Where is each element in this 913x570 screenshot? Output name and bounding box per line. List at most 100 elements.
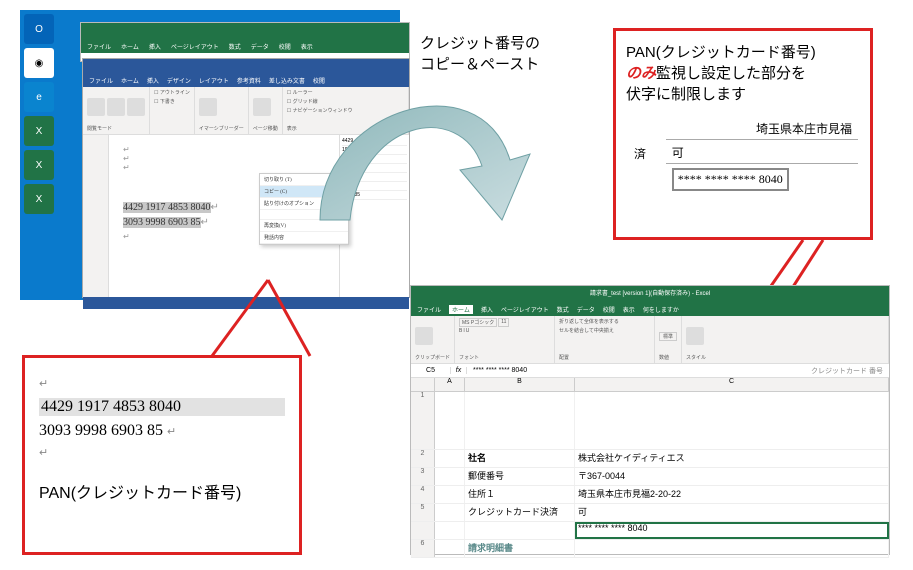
- wt-tab[interactable]: 参考資料: [237, 76, 261, 85]
- xr-rg-clipboard: クリップボード: [411, 316, 455, 363]
- xr-tab[interactable]: 表示: [623, 305, 635, 314]
- xr-tab[interactable]: 数式: [557, 305, 569, 314]
- cell-cc-label[interactable]: クレジットカード決済: [465, 504, 575, 521]
- exb-tab[interactable]: 表示: [301, 42, 313, 51]
- web-layout-icon[interactable]: [127, 98, 145, 116]
- wt-tab[interactable]: 校閲: [313, 76, 325, 85]
- wt-tab[interactable]: デザイン: [167, 76, 191, 85]
- wt-tab[interactable]: ファイル: [89, 76, 113, 85]
- italic-icon[interactable]: I: [463, 328, 464, 334]
- cm-copy[interactable]: コピー (C): [260, 186, 348, 198]
- excel-icon-3[interactable]: X: [24, 184, 54, 214]
- edge-icon[interactable]: e: [24, 82, 54, 112]
- cr-line3: 伏字に制限します: [626, 83, 860, 104]
- wrap-check[interactable]: 折り返して全体を表示する: [559, 318, 619, 325]
- xr-rg-align: 折り返して全体を表示する セルを結合して中央揃え 配置: [555, 316, 655, 363]
- context-menu: 切り取り (T) コピー (C) 貼り付けのオプション 再変換(V) 発話内容: [259, 173, 349, 245]
- xr-rg-style: スタイル: [682, 316, 889, 363]
- cr-left: 済: [628, 142, 664, 164]
- wt-tab[interactable]: ホーム: [121, 76, 139, 85]
- xr-tab[interactable]: 校閲: [603, 305, 615, 314]
- xr-tab[interactable]: ファイル: [417, 305, 441, 314]
- rg-label: フォント: [459, 354, 550, 361]
- xr-tab[interactable]: ページレイアウト: [501, 305, 549, 314]
- merge-check[interactable]: セルを結合して中央揃え: [559, 327, 614, 334]
- cell-addr-label[interactable]: 住所１: [465, 486, 575, 503]
- cell-cc-ok[interactable]: 可: [575, 504, 889, 521]
- bold-icon[interactable]: B: [459, 328, 462, 334]
- wt-tab[interactable]: 差し込み文書: [269, 76, 305, 85]
- copy-paste-label: クレジット番号の コピー＆ペースト: [420, 32, 540, 74]
- draft-check[interactable]: ☐ 下書き: [154, 98, 175, 105]
- rg-immersive: イマーシブリーダー: [195, 87, 249, 134]
- excel-icon-1[interactable]: X: [24, 116, 54, 146]
- exb-tab[interactable]: ファイル: [87, 42, 111, 51]
- colA[interactable]: A: [435, 378, 465, 391]
- immersive-icon[interactable]: [199, 98, 217, 116]
- cm-speak[interactable]: 発話内容: [260, 232, 348, 244]
- vertical-icon[interactable]: [253, 98, 271, 116]
- xr-fx-icon[interactable]: fx: [451, 367, 467, 374]
- wt-tab[interactable]: 挿入: [147, 76, 159, 85]
- size-select[interactable]: 11: [498, 318, 509, 327]
- chrome-icon[interactable]: ◉: [24, 48, 54, 78]
- table-row: 1: [411, 392, 889, 450]
- word-page[interactable]: ↵ ↵ ↵ 4429 1917 4853 8040↵ 3093 9998 690…: [109, 135, 339, 297]
- side-num: 1917: [342, 146, 407, 155]
- grid-check[interactable]: ☐ グリッド線: [287, 98, 318, 105]
- side-num: 8040: [342, 164, 407, 173]
- rg-outline: ☐ アウトライン ☐ 下書き: [150, 87, 195, 134]
- colC[interactable]: C: [575, 378, 889, 391]
- corner[interactable]: [411, 378, 435, 391]
- cl-label: PAN(クレジットカード番号): [39, 479, 285, 503]
- cell-zip-label[interactable]: 郵便番号: [465, 468, 575, 485]
- wt-tab[interactable]: レイアウト: [199, 76, 229, 85]
- exb-tab[interactable]: ページレイアウト: [171, 42, 219, 51]
- outline-check[interactable]: ☐ アウトライン: [154, 89, 190, 96]
- cm-cut[interactable]: 切り取り (T): [260, 174, 348, 186]
- read-mode-icon[interactable]: [87, 98, 105, 116]
- exb-tab[interactable]: 校閲: [279, 42, 291, 51]
- underline-icon[interactable]: U: [466, 328, 470, 334]
- nav-check[interactable]: ☐ ナビゲーションウィンドウ: [287, 107, 353, 114]
- xr-tab[interactable]: データ: [577, 305, 595, 314]
- cell-company-value[interactable]: 株式会社ケイディティエス: [575, 450, 889, 467]
- exb-tab[interactable]: データ: [251, 42, 269, 51]
- excel-icon-2[interactable]: X: [24, 150, 54, 180]
- xr-formula-bar: C5 fx **** **** **** 8040 クレジットカード 番号: [411, 364, 889, 378]
- ruler-check[interactable]: ☐ ルーラー: [287, 89, 313, 96]
- xr-tab[interactable]: 何をしますか: [643, 305, 679, 314]
- word-nav-pane: [83, 135, 109, 297]
- cl-cc1: 4429 1917 4853 8040: [39, 398, 285, 416]
- xr-rg-number: 標準 数値: [655, 316, 682, 363]
- outlook-icon[interactable]: O: [24, 14, 54, 44]
- exb-tab[interactable]: 数式: [229, 42, 241, 51]
- cell-zip-value[interactable]: 〒367-0044: [575, 468, 889, 485]
- xr-tab[interactable]: ホーム: [449, 305, 473, 314]
- rg-label: 配置: [559, 354, 650, 361]
- font-select[interactable]: MS Pゴシック: [459, 318, 497, 327]
- word-cc-line2[interactable]: 3093 9998 6903 85: [123, 217, 201, 228]
- xr-fx-value[interactable]: **** **** **** 8040: [467, 367, 805, 374]
- colB[interactable]: B: [465, 378, 575, 391]
- xr-ribbon: クリップボード MS Pゴシック 11 B I U フォント 折り返して全体を表…: [411, 316, 889, 364]
- cell-addr-value[interactable]: 埼玉県本庄市見福2-20-22: [575, 486, 889, 503]
- paste-icon[interactable]: [415, 327, 433, 345]
- cr-masked: **** **** **** 8040: [672, 168, 789, 191]
- cp-line1: クレジット番号の: [420, 32, 540, 53]
- cell-masked-pan[interactable]: **** **** **** 8040: [575, 522, 889, 539]
- exb-tab[interactable]: 挿入: [149, 42, 161, 51]
- xr-tab[interactable]: 挿入: [481, 305, 493, 314]
- side-num: 9998: [342, 182, 407, 191]
- numfmt[interactable]: 標準: [659, 332, 677, 341]
- cell-company-label[interactable]: 社名: [465, 450, 575, 467]
- exb-tab[interactable]: ホーム: [121, 42, 139, 51]
- print-layout-icon[interactable]: [107, 98, 125, 116]
- cell-invoice-title[interactable]: 請求明細書: [465, 540, 575, 557]
- cm-paste-options[interactable]: 貼り付けのオプション: [260, 198, 348, 210]
- table-row: 6 請求明細書: [411, 540, 889, 558]
- cm-reconvert[interactable]: 再変換(V): [260, 220, 348, 232]
- condfmt-icon[interactable]: [686, 327, 704, 345]
- xr-namebox[interactable]: C5: [411, 367, 451, 374]
- word-body: ↵ ↵ ↵ 4429 1917 4853 8040↵ 3093 9998 690…: [83, 135, 409, 297]
